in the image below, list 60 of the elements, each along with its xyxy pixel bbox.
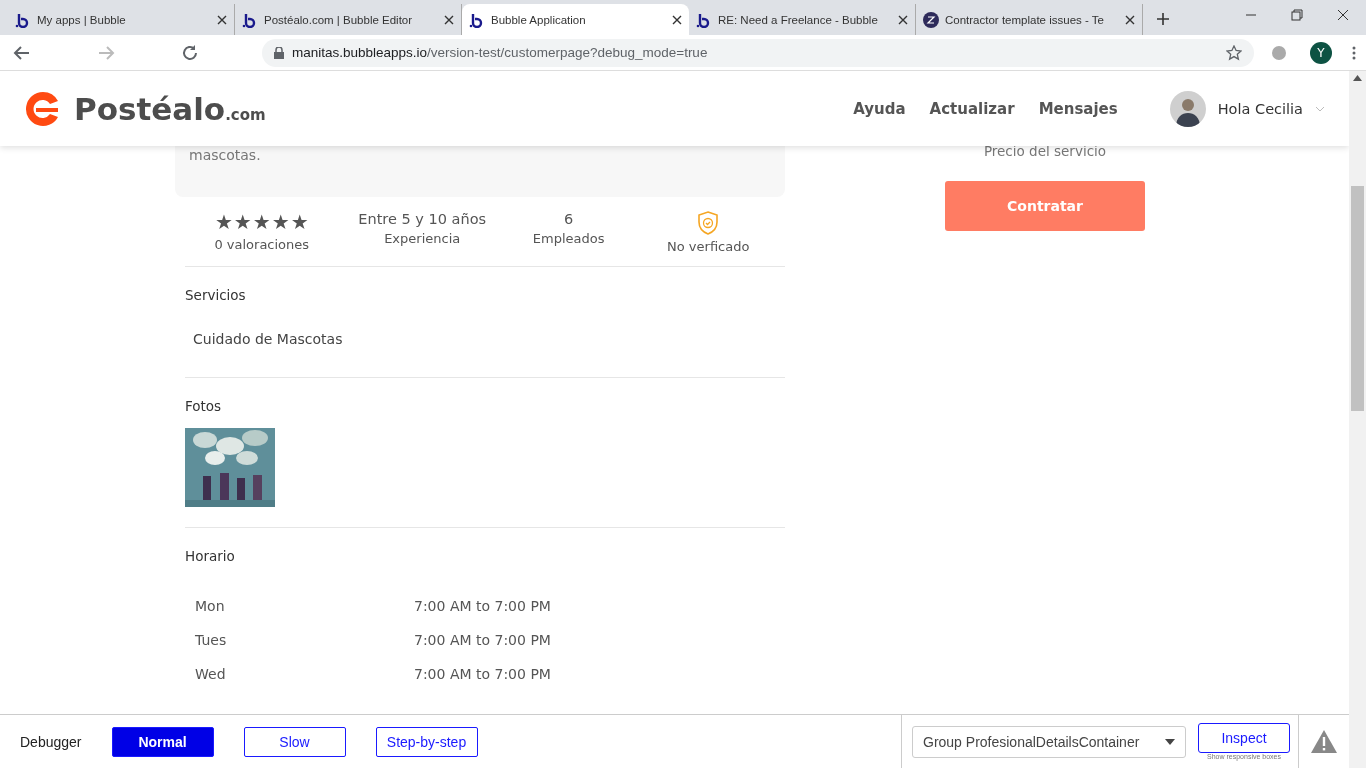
menu-icon[interactable] [1352,44,1356,61]
browser-tab[interactable]: Contractor template issues - Te [916,4,1143,35]
browser-tab[interactable]: Bubble Application [462,4,689,35]
experience-value: Entre 5 y 10 años [358,211,487,227]
scrollbar-thumb[interactable] [1351,186,1364,411]
bubble-logo-icon [242,11,258,28]
section-title: Servicios [185,287,247,303]
schedule-hours: 7:00 AM to 7:00 PM [414,666,551,682]
schedule-hours: 7:00 AM to 7:00 PM [414,598,551,614]
section-title: Fotos [185,398,223,414]
debug-mode-button[interactable]: Normal [111,726,214,757]
lock-icon [274,46,284,59]
employees-label: Empleados [532,231,605,246]
dropdown-caret-icon [1165,738,1175,745]
description-text: mascotas. [189,147,261,163]
section-title: Horario [185,548,236,564]
star-icon: ★ [290,211,309,233]
service-item: Cuidado de Mascotas [193,331,344,347]
star-icon: ★ [214,211,233,233]
schedule-day: Wed [195,666,414,682]
shield-check-icon [697,211,720,235]
nav-link[interactable]: Ayuda [853,99,906,118]
bookmark-star-icon[interactable] [1226,44,1242,61]
star-icon: ★ [271,211,290,233]
bubble-logo-icon [15,11,31,28]
close-icon[interactable] [898,14,908,25]
schedule-day: Tues [195,632,414,648]
browser-tab[interactable]: My apps | Bubble [8,4,235,35]
bubble-logo-icon [696,11,712,28]
close-icon[interactable] [1125,14,1135,25]
debug-mode-button[interactable]: Slow [243,726,346,757]
user-avatar[interactable] [1169,90,1206,127]
address-bar[interactable]: manitas.bubbleapps.io/version-test/customerpage?debug_mode=true [262,38,1254,67]
circle-logo-icon [923,11,939,28]
logo-text[interactable]: Postéalo.com [74,90,266,127]
bubble-logo-icon [469,11,485,28]
warning-icon[interactable] [1311,730,1337,753]
schedule-hours: 7:00 AM to 7:00 PM [414,632,551,648]
new-tab-icon[interactable] [1155,11,1171,27]
debugger-label: Debugger [20,733,82,750]
nav-link[interactable]: Actualizar [929,99,1015,118]
debug-mode-button[interactable]: Step-by-step [375,726,478,757]
nav-link[interactable]: Mensajes [1038,99,1118,118]
reviews-count: 0 valoraciones [214,237,310,252]
profile-avatar[interactable]: Y [1310,41,1332,64]
inspect-button[interactable]: Inspect [1198,723,1290,753]
experience-label: Experiencia [384,231,461,246]
employees-value: 6 [564,211,574,227]
star-icon: ★ [233,211,252,233]
close-icon[interactable] [444,14,454,25]
close-icon[interactable] [217,14,227,25]
star-icon: ★ [252,211,271,233]
price-label: Precio del servicio [983,143,1107,159]
element-dropdown[interactable]: Group ProfesionalDetailsContainer [912,725,1186,758]
user-greeting[interactable]: Hola Cecilia [1217,100,1303,117]
scroll-up-arrow-icon[interactable] [1353,75,1362,81]
close-icon[interactable] [672,14,682,25]
schedule-day: Mon [195,598,414,614]
verification-status: No verficado [667,239,750,254]
browser-tab[interactable]: RE: Need a Freelance - Bubble [689,4,916,35]
